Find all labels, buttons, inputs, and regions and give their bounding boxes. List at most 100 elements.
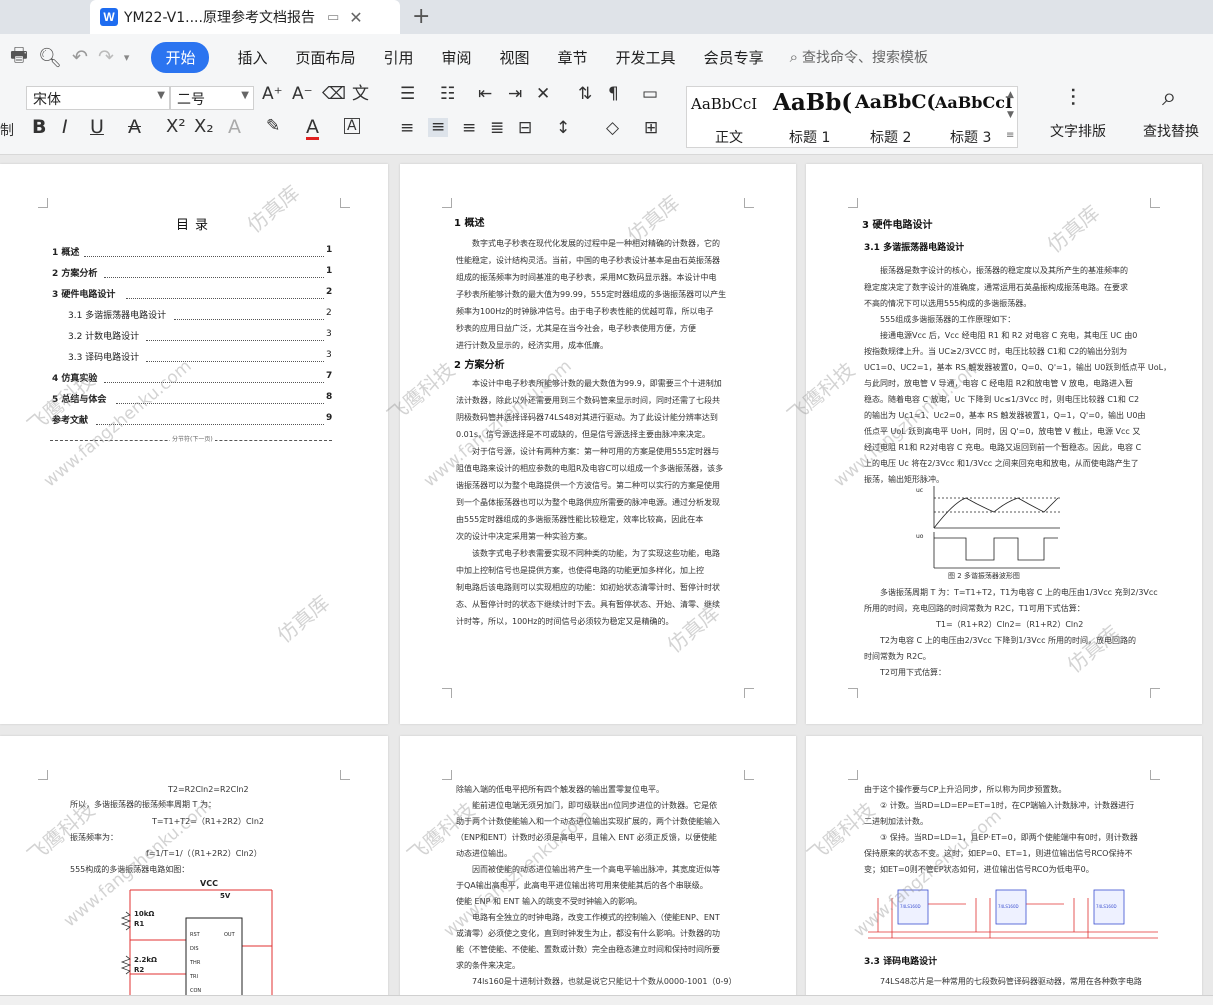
strikethrough-icon[interactable]: A — [128, 118, 141, 137]
margin-corner — [744, 688, 754, 698]
print-preview-icon[interactable]: 🔍︎ — [38, 46, 62, 69]
align-left-icon[interactable]: ≡ — [400, 120, 414, 137]
text-layout-button[interactable]: 文字排版 — [1050, 121, 1106, 141]
print-icon[interactable]: 🖶 — [10, 41, 28, 73]
menu-view[interactable]: 视图 — [500, 47, 530, 68]
body-line: 态、从暂停计时的状态下继续计时下去。具有暂停状态、开始、清零、继续 — [456, 600, 720, 609]
toc-title: 目录 — [176, 218, 215, 233]
align-center-icon[interactable]: ≡ — [428, 118, 449, 137]
format-painter-label[interactable]: 制 — [0, 124, 14, 138]
superscript-icon[interactable]: X² — [166, 118, 186, 136]
command-search[interactable]: ⌕ 查找命令、搜索模板 — [790, 47, 928, 67]
menu-references[interactable]: 引用 — [383, 47, 413, 68]
menu-page-layout[interactable]: 页面布局 — [295, 47, 355, 68]
document-area[interactable]: ☰ ▼ 目录 1 概述 1 2 方案分析 1 3 硬件电路设计 2 3.1 多谐… — [0, 156, 1213, 1005]
justify-icon[interactable]: ≣ — [490, 120, 504, 137]
underline-icon[interactable]: U — [90, 118, 104, 137]
body-line: 二进制加法计数。 — [864, 817, 928, 826]
bold-icon[interactable]: B — [32, 118, 46, 137]
style-normal-label[interactable]: 正文 — [715, 127, 743, 147]
font-color-icon[interactable]: A — [306, 118, 319, 140]
home-toolbar: 制 宋体 ▼ 二号 ▼ A⁺ A⁻ ⌫ 文 B I U A X² X₂ A ✎ … — [0, 80, 1213, 155]
pin-out: OUT — [224, 932, 236, 938]
show-marks-icon[interactable]: ¶ — [608, 86, 619, 103]
ruler-icon[interactable]: ▭ — [642, 86, 658, 103]
borders-icon[interactable]: ⊞ — [644, 120, 658, 137]
toc-entry[interactable]: 参考文献 — [52, 413, 88, 426]
line-spacing-icon[interactable]: ↕ — [556, 120, 570, 137]
redo-icon[interactable]: ↷ — [98, 46, 114, 68]
style-heading1-label[interactable]: 标题 1 — [789, 127, 830, 147]
sort-icon[interactable]: ⇅ — [578, 86, 592, 103]
page-4: T2=R2Cln2=R2Cln2 所以，多谐振荡器的振荡频率周期 T 为： T=… — [0, 736, 388, 1005]
chip-2-label: 74LS160D — [998, 904, 1019, 909]
style-heading2-preview[interactable]: AaBbC( — [855, 91, 936, 113]
chinese-layout-icon[interactable]: ✕ — [536, 86, 550, 103]
toc-entry[interactable]: 5 总结与体会 — [52, 392, 106, 405]
waveform-figure: uc uo — [916, 486, 1060, 569]
menu-review[interactable]: 审阅 — [442, 47, 472, 68]
body-line: 助于两个计数使能输入和一个动态进位输出实现扩展的，两个计数使能输入 — [456, 817, 720, 826]
align-right-icon[interactable]: ≡ — [462, 120, 476, 137]
undo-icon[interactable]: ↶ — [72, 46, 88, 68]
find-replace-button[interactable]: 查找替换 — [1143, 121, 1199, 141]
chip-1-label: 74LS160D — [900, 904, 921, 909]
margin-corner — [442, 688, 452, 698]
phonetic-guide-icon[interactable]: 文 — [352, 86, 369, 103]
body-line: 使能 ENP 和 ENT 输入的跳变不受时钟输入的影响。 — [456, 897, 642, 906]
body-line: UC1=0、UC2=1，基本 RS 触发器被置0，Q=0、Q'=1，输出 U0跃… — [864, 363, 1172, 372]
text-layout-icon[interactable]: ⫶ — [1070, 86, 1076, 110]
clear-format-icon[interactable]: ⌫ — [322, 86, 346, 103]
supply-5v-label: 5V — [220, 892, 231, 900]
quick-access-dropdown-icon[interactable]: ▾ — [124, 51, 130, 64]
decrease-indent-icon[interactable]: ⇤ — [478, 86, 492, 103]
style-expand-icon[interactable]: ≡ — [1006, 131, 1014, 141]
page-2: 1 概述 数字式电子秒表在现代化发展的过程中是一种相对精确的计数器，它的 性能稳… — [400, 164, 796, 724]
style-scroll-down-icon[interactable]: ▼ — [1007, 111, 1014, 120]
subscript-icon[interactable]: X₂ — [194, 118, 214, 136]
toc-entry[interactable]: 3.2 计数电路设计 — [68, 329, 139, 342]
margin-corner — [744, 198, 754, 208]
pin-con: CON — [190, 988, 201, 994]
shrink-font-icon[interactable]: A⁻ — [292, 86, 313, 103]
body-line: 与此同时，放电管 V 导通，电容 C 经电阻 R2和放电管 V 放电，电路进入暂 — [864, 379, 1133, 388]
formula: T=T1+T2=（R1+2R2）Cln2 — [152, 817, 265, 826]
grow-font-icon[interactable]: A⁺ — [262, 86, 283, 103]
text-effect-icon[interactable]: A — [228, 118, 241, 137]
toc-entry[interactable]: 3.1 多谐振荡器电路设计 — [68, 308, 166, 321]
highlight-icon[interactable]: ✎ — [266, 118, 280, 135]
style-heading1-preview[interactable]: AaBb( — [773, 89, 852, 116]
style-scroll-up-icon[interactable]: ▲ — [1007, 91, 1014, 100]
menu-home[interactable]: 开始 — [151, 41, 210, 73]
body-line: 谐振荡器可以为整个电路提供一个方波信号。第二种可以实行的方案是使用 — [456, 481, 720, 490]
shading-icon[interactable]: ◇ — [606, 120, 619, 137]
increase-indent-icon[interactable]: ⇥ — [508, 86, 522, 103]
toc-entry[interactable]: 3.3 译码电路设计 — [68, 350, 139, 363]
tab-close-icon[interactable]: ✕ — [349, 8, 362, 27]
menu-insert[interactable]: 插入 — [237, 47, 267, 68]
toc-entry[interactable]: 4 仿真实验 — [52, 371, 97, 384]
font-name-select[interactable]: 宋体 ▼ — [26, 86, 170, 110]
toc-entry[interactable]: 2 方案分析 — [52, 266, 97, 279]
style-heading3-preview[interactable]: AaBbCcI — [935, 93, 1012, 112]
style-heading2-label[interactable]: 标题 2 — [870, 127, 911, 147]
char-border-icon[interactable]: A — [344, 118, 360, 134]
toc-entry[interactable]: 3 硬件电路设计 — [52, 287, 115, 300]
distribute-icon[interactable]: ⊟ — [518, 120, 532, 137]
new-tab-plus-icon[interactable]: + — [412, 4, 430, 29]
document-tab[interactable]: W YM22-V1....原理参考文档报告 ▭ ✕ — [90, 0, 400, 34]
italic-icon[interactable]: I — [62, 118, 68, 137]
find-replace-icon[interactable]: ⌕ — [1162, 84, 1177, 110]
font-size-select[interactable]: 二号 ▼ — [170, 86, 254, 110]
style-heading3-label[interactable]: 标题 3 — [950, 127, 991, 147]
pin-dis: DIS — [190, 946, 199, 952]
bullets-icon[interactable]: ☰ — [400, 86, 415, 103]
menu-developer[interactable]: 开发工具 — [616, 47, 676, 68]
toc-entry[interactable]: 1 概述 — [52, 245, 79, 258]
menu-member[interactable]: 会员专享 — [704, 47, 764, 68]
tab-window-icon[interactable]: ▭ — [327, 10, 339, 25]
pin-rst: RST — [190, 932, 201, 938]
numbering-icon[interactable]: ☷ — [440, 86, 455, 103]
menu-section[interactable]: 章节 — [558, 47, 588, 68]
style-normal-preview[interactable]: AaBbCcI — [691, 95, 757, 113]
